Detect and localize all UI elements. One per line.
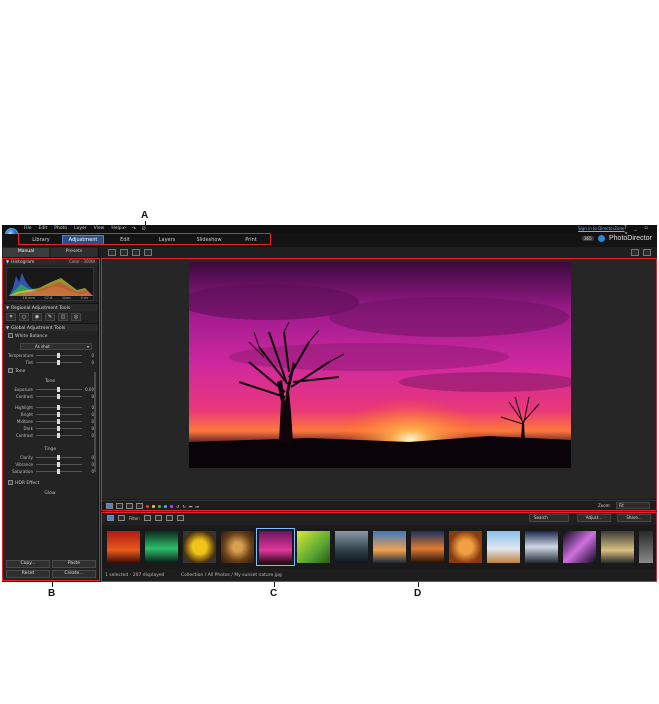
callout-b-box	[2, 258, 100, 581]
callout-c-box	[101, 512, 657, 582]
grid-view-icon[interactable]	[132, 249, 140, 256]
brand-name: PhotoDirector	[609, 235, 652, 242]
callout-d: D	[414, 588, 422, 599]
upgrade-icon[interactable]	[598, 235, 605, 242]
slideshow-icon[interactable]	[144, 249, 152, 256]
callout-c: C	[270, 588, 278, 599]
menu-layer[interactable]: Layer	[74, 226, 87, 231]
tab-manual[interactable]: Manual	[3, 248, 49, 257]
menu-help[interactable]: Help	[111, 226, 121, 231]
callout-d-box	[101, 258, 657, 511]
signin-link[interactable]: Sign in to DirectorZone	[578, 226, 624, 231]
menu-photo[interactable]: Photo	[54, 226, 67, 231]
compare-icon[interactable]	[120, 249, 128, 256]
tab-presets[interactable]: Presets	[51, 248, 97, 257]
before-after-icon[interactable]	[108, 249, 116, 256]
photodirector-window: File Edit Photo Layer View Help ↶ ↷ ⊙ Si…	[2, 225, 657, 582]
view-toolbar-right	[631, 249, 651, 256]
undo-redo-icons[interactable]: ↶ ↷ ⊙	[122, 226, 148, 232]
panel-tabs: Manual Presets	[2, 248, 98, 257]
subscription-badge: 365	[582, 236, 594, 241]
callout-b: B	[48, 588, 56, 599]
menu-edit[interactable]: Edit	[39, 226, 48, 231]
menu-view[interactable]: View	[94, 226, 105, 231]
callout-a: A	[141, 210, 149, 221]
hand-icon[interactable]	[643, 249, 651, 256]
menu-items: File Edit Photo Layer View Help	[24, 226, 122, 231]
zoom-icon[interactable]	[631, 249, 639, 256]
callout-a-box	[18, 233, 271, 245]
menu-file[interactable]: File	[24, 226, 32, 231]
view-toolbar-icons	[108, 249, 152, 256]
